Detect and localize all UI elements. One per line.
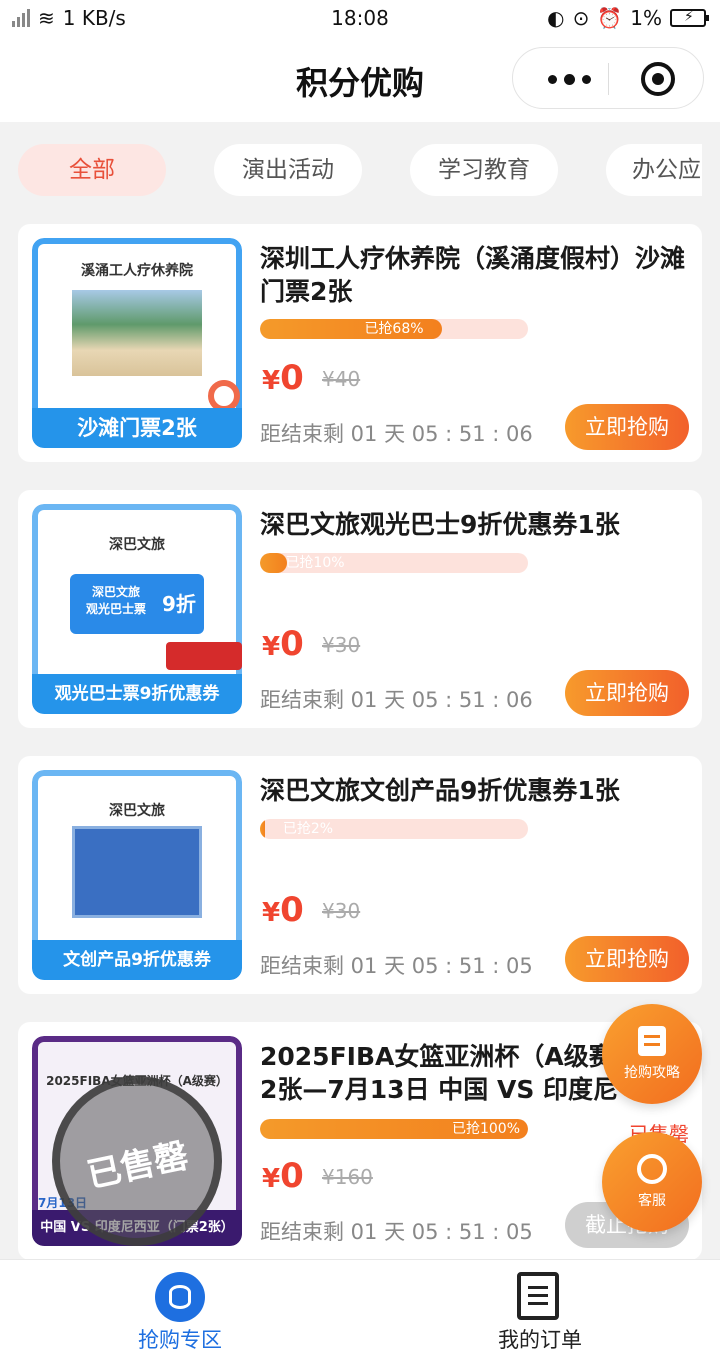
original-price: ¥40: [322, 367, 361, 391]
progress-text: 已抢100%: [451, 1121, 520, 1137]
thumb-caption: 观光巴士票9折优惠券: [32, 674, 242, 714]
nav-flash-sale[interactable]: 抢购专区: [0, 1260, 360, 1360]
product-title: 深巴文旅文创产品9折优惠券1张: [260, 776, 620, 805]
product-thumbnail: 深巴文旅 深巴文旅 观光巴士票 9折 观光巴士票9折优惠券: [32, 504, 242, 714]
bus-graphic: [166, 642, 242, 670]
beach-photo: [70, 288, 204, 378]
capsule-divider: [608, 63, 609, 95]
vpn-icon: ◐: [547, 6, 565, 30]
progress-bar: 已抢2%: [260, 819, 528, 839]
product-title: 深圳工人疗休养院（溪涌度假村）沙滩门票2张: [260, 244, 686, 306]
product-thumbnail: 溪涌工人疗休养院 沙滩门票2张: [32, 238, 242, 448]
product-card[interactable]: 2025FIBA女篮亚洲杯（A级赛） 7月13日 中国 VS 印度尼西亚（门票2…: [18, 1022, 702, 1260]
price: ¥0: [262, 624, 304, 664]
sold-out-stamp: 已售罄: [52, 1076, 222, 1246]
progress-bar: 已抢100%: [260, 1119, 528, 1139]
wifi-icon: ≋: [38, 6, 55, 30]
lock-icon: ⊙: [572, 6, 590, 30]
price: ¥0: [262, 1156, 304, 1196]
progress-text: 已抢68%: [364, 321, 424, 337]
countdown: 距结束剩 01 天 05 : 51 : 05: [260, 954, 533, 978]
service-label: 客服: [638, 1193, 666, 1209]
countdown: 距结束剩 01 天 05 : 51 : 05: [260, 1220, 533, 1244]
miniapp-capsule: [512, 47, 704, 109]
original-price: ¥30: [322, 899, 361, 923]
buy-button[interactable]: 立即抢购: [565, 936, 689, 982]
product-thumbnail: 深巴文旅 文创产品9折优惠券: [32, 770, 242, 980]
progress-text: 已抢10%: [285, 555, 345, 571]
alarm-icon: ⏰: [597, 6, 623, 30]
nav-label: 我的订单: [498, 1328, 582, 1352]
progress-bar: 已抢68%: [260, 319, 528, 339]
thumb-heading: 深巴文旅: [109, 803, 165, 819]
product-card[interactable]: 深巴文旅 深巴文旅 观光巴士票 9折 观光巴士票9折优惠券 深巴文旅观光巴士9折优…: [18, 490, 702, 728]
orders-icon: [517, 1272, 559, 1320]
thumb-heading: 深巴文旅: [109, 537, 165, 553]
network-speed: 1 KB/s: [62, 6, 126, 30]
tab-education[interactable]: 学习教育: [410, 144, 558, 196]
thumb-heading: 溪涌工人疗休养院: [81, 263, 193, 279]
ticket-text: 深巴文旅 观光巴士票: [85, 585, 146, 616]
thumb-caption: 沙滩门票2张: [32, 408, 242, 448]
shelf-photo: [72, 826, 202, 918]
status-bar: ≋ 1 KB/s 18:08 ◐ ⊙ ⏰ 1% ⚡: [0, 0, 720, 38]
guide-label: 抢购攻略: [624, 1065, 680, 1081]
price: ¥0: [262, 890, 304, 930]
close-miniapp-icon[interactable]: [641, 62, 675, 96]
clock: 18:08: [331, 6, 389, 30]
product-thumbnail: 2025FIBA女篮亚洲杯（A级赛） 7月13日 中国 VS 印度尼西亚（门票2…: [32, 1036, 242, 1246]
nav-bar: 积分优购: [0, 38, 720, 122]
product-title: 深巴文旅观光巴士9折优惠券1张: [260, 510, 620, 539]
progress-bar: 已抢10%: [260, 553, 528, 573]
more-icon[interactable]: [541, 67, 597, 91]
battery-icon: ⚡: [670, 9, 709, 27]
buy-button[interactable]: 立即抢购: [565, 404, 689, 450]
buy-button[interactable]: 立即抢购: [565, 670, 689, 716]
discount-text: 9折: [162, 592, 196, 616]
guide-icon: [638, 1026, 666, 1056]
original-price: ¥30: [322, 633, 361, 657]
ticket-graphic: 深巴文旅 观光巴士票 9折: [70, 574, 204, 634]
battery-level: 1%: [630, 6, 662, 30]
service-float-button[interactable]: 客服: [602, 1132, 702, 1232]
nav-my-orders[interactable]: 我的订单: [360, 1260, 720, 1360]
headset-icon: [637, 1154, 667, 1184]
thumb-caption: 文创产品9折优惠券: [32, 940, 242, 980]
product-card[interactable]: 溪涌工人疗休养院 沙滩门票2张 深圳工人疗休养院（溪涌度假村）沙滩门票2张 已抢…: [18, 224, 702, 462]
countdown: 距结束剩 01 天 05 : 51 : 06: [260, 688, 533, 712]
tab-all[interactable]: 全部: [18, 144, 166, 196]
bottom-nav: 抢购专区 我的订单: [0, 1259, 720, 1367]
product-card[interactable]: 深巴文旅 文创产品9折优惠券 深巴文旅文创产品9折优惠券1张 已抢2% ¥0 ¥…: [18, 756, 702, 994]
price: ¥0: [262, 358, 304, 398]
progress-text: 已抢2%: [282, 821, 334, 837]
tab-office[interactable]: 办公应: [606, 144, 702, 196]
database-icon: [155, 1272, 205, 1322]
guide-float-button[interactable]: 抢购攻略: [602, 1004, 702, 1104]
original-price: ¥160: [322, 1165, 373, 1189]
signal-icon: [12, 9, 30, 27]
tab-performances[interactable]: 演出活动: [214, 144, 362, 196]
countdown: 距结束剩 01 天 05 : 51 : 06: [260, 422, 533, 446]
nav-label: 抢购专区: [138, 1328, 222, 1352]
category-tabs: 全部 演出活动 学习教育 办公应: [18, 144, 702, 198]
